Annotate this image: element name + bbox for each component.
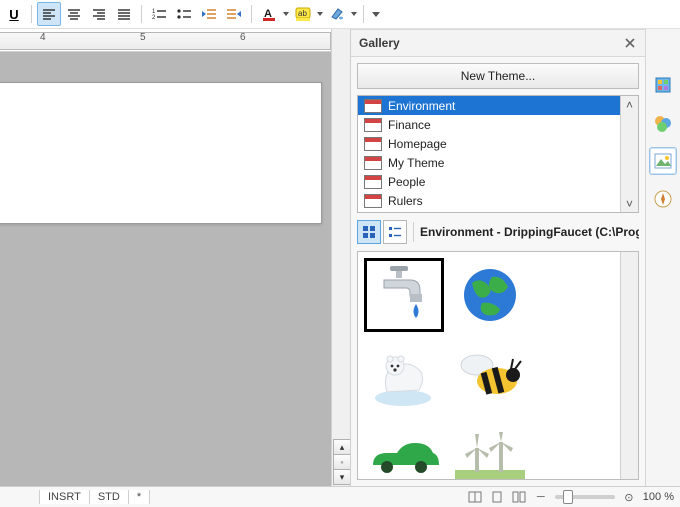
- numbered-list-button[interactable]: 12: [147, 2, 171, 26]
- zoom-fit-icon[interactable]: ⊙: [621, 489, 637, 505]
- gallery-item-path: Environment - DrippingFaucet (C:\Prog: [420, 225, 639, 239]
- thumb-polar-bear[interactable]: [364, 338, 444, 412]
- bullet-list-button[interactable]: [172, 2, 196, 26]
- theme-label: Environment: [388, 99, 455, 113]
- highlight-dropdown[interactable]: [316, 4, 324, 24]
- multi-page-icon[interactable]: [511, 489, 527, 505]
- zoom-value: 100 %: [643, 491, 674, 503]
- detail-view-button[interactable]: [383, 220, 407, 244]
- thumb-earth-globe[interactable]: [450, 258, 530, 332]
- theme-item[interactable]: Environment: [358, 96, 620, 115]
- single-page-icon[interactable]: [489, 489, 505, 505]
- document-area: 4 5 6: [0, 29, 331, 486]
- theme-item[interactable]: My Theme: [358, 153, 620, 172]
- gallery-thumbnails: [358, 252, 620, 479]
- status-cell[interactable]: *: [128, 490, 150, 504]
- theme-label: Rulers: [388, 194, 423, 208]
- status-cell[interactable]: INSRT: [39, 490, 90, 504]
- properties-deck-button[interactable]: [649, 71, 677, 99]
- separator: [251, 5, 252, 23]
- theme-label: Finance: [388, 118, 431, 132]
- background-color-dropdown[interactable]: [350, 4, 358, 24]
- next-page-button[interactable]: ▾: [333, 469, 351, 485]
- align-left-button[interactable]: [37, 2, 61, 26]
- separator: [413, 222, 414, 242]
- theme-list-scrollbar[interactable]: ˄ ˅: [620, 96, 638, 212]
- increase-indent-button[interactable]: [222, 2, 246, 26]
- theme-label: My Theme: [388, 156, 444, 170]
- separator: [31, 5, 32, 23]
- ruler-tick: 4: [40, 32, 46, 43]
- theme-swatch-icon: [364, 175, 382, 189]
- formatting-toolbar: U 12 A ab: [0, 0, 680, 29]
- svg-text:2: 2: [152, 15, 156, 20]
- new-theme-button[interactable]: New Theme...: [357, 63, 639, 89]
- thumb-bee[interactable]: [450, 338, 530, 412]
- theme-item[interactable]: Finance: [358, 115, 620, 134]
- thumb-wind-turbine[interactable]: [450, 418, 530, 479]
- navigator-deck-button[interactable]: [649, 185, 677, 213]
- theme-swatch-icon: [364, 156, 382, 170]
- align-justify-button[interactable]: [112, 2, 136, 26]
- theme-swatch-icon: [364, 194, 382, 208]
- scroll-up-icon[interactable]: ˄: [621, 96, 638, 113]
- separator: [141, 5, 142, 23]
- font-color-dropdown[interactable]: [282, 4, 290, 24]
- vertical-scrollbar[interactable]: ▴ ◦ ▾: [331, 29, 350, 486]
- gallery-close-button[interactable]: [623, 36, 637, 50]
- status-cell[interactable]: STD: [89, 490, 129, 504]
- theme-item[interactable]: Homepage: [358, 134, 620, 153]
- scroll-down-icon[interactable]: ˅: [621, 195, 638, 212]
- theme-label: People: [388, 175, 425, 189]
- thumb-green-car[interactable]: [364, 418, 444, 479]
- icon-view-button[interactable]: [357, 220, 381, 244]
- page-nav: ▴ ◦ ▾: [332, 439, 350, 486]
- theme-label: Homepage: [388, 137, 447, 151]
- horizontal-ruler[interactable]: 4 5 6: [0, 29, 331, 52]
- underline-button[interactable]: U: [2, 2, 26, 26]
- highlight-button[interactable]: ab: [291, 2, 315, 26]
- document-canvas[interactable]: [0, 52, 331, 486]
- align-center-button[interactable]: [62, 2, 86, 26]
- font-color-button[interactable]: A: [257, 2, 281, 26]
- background-color-button[interactable]: [325, 2, 349, 26]
- prev-page-button[interactable]: ▴: [333, 439, 351, 455]
- align-right-button[interactable]: [87, 2, 111, 26]
- nav-menu-button[interactable]: ◦: [333, 454, 351, 470]
- theme-swatch-icon: [364, 137, 382, 151]
- gallery-deck-button[interactable]: [649, 147, 677, 175]
- thumb-dripping-faucet[interactable]: [364, 258, 444, 332]
- ruler-tick: 5: [140, 32, 146, 43]
- thumbnails-scrollbar[interactable]: [620, 252, 638, 479]
- sidebar-deck: [645, 29, 680, 486]
- styles-deck-button[interactable]: [649, 109, 677, 137]
- zoom-out-icon[interactable]: ─: [533, 489, 549, 505]
- ruler-tick: 6: [240, 32, 246, 43]
- page[interactable]: [0, 82, 322, 224]
- decrease-indent-button[interactable]: [197, 2, 221, 26]
- status-bar: INSRTSTD* ─ ⊙ 100 %: [0, 486, 680, 507]
- theme-item[interactable]: Rulers: [358, 191, 620, 210]
- theme-swatch-icon: [364, 99, 382, 113]
- svg-text:ab: ab: [298, 9, 307, 18]
- gallery-panel: Gallery New Theme... Environment Finance H…: [350, 29, 645, 486]
- theme-list: Environment Finance Homepage My Theme People…: [357, 95, 639, 213]
- book-view-icon[interactable]: [467, 489, 483, 505]
- toolbar-overflow[interactable]: [369, 4, 383, 24]
- theme-swatch-icon: [364, 118, 382, 132]
- gallery-title: Gallery: [359, 36, 623, 50]
- zoom-slider[interactable]: [555, 495, 615, 499]
- theme-item[interactable]: People: [358, 172, 620, 191]
- separator: [363, 5, 364, 23]
